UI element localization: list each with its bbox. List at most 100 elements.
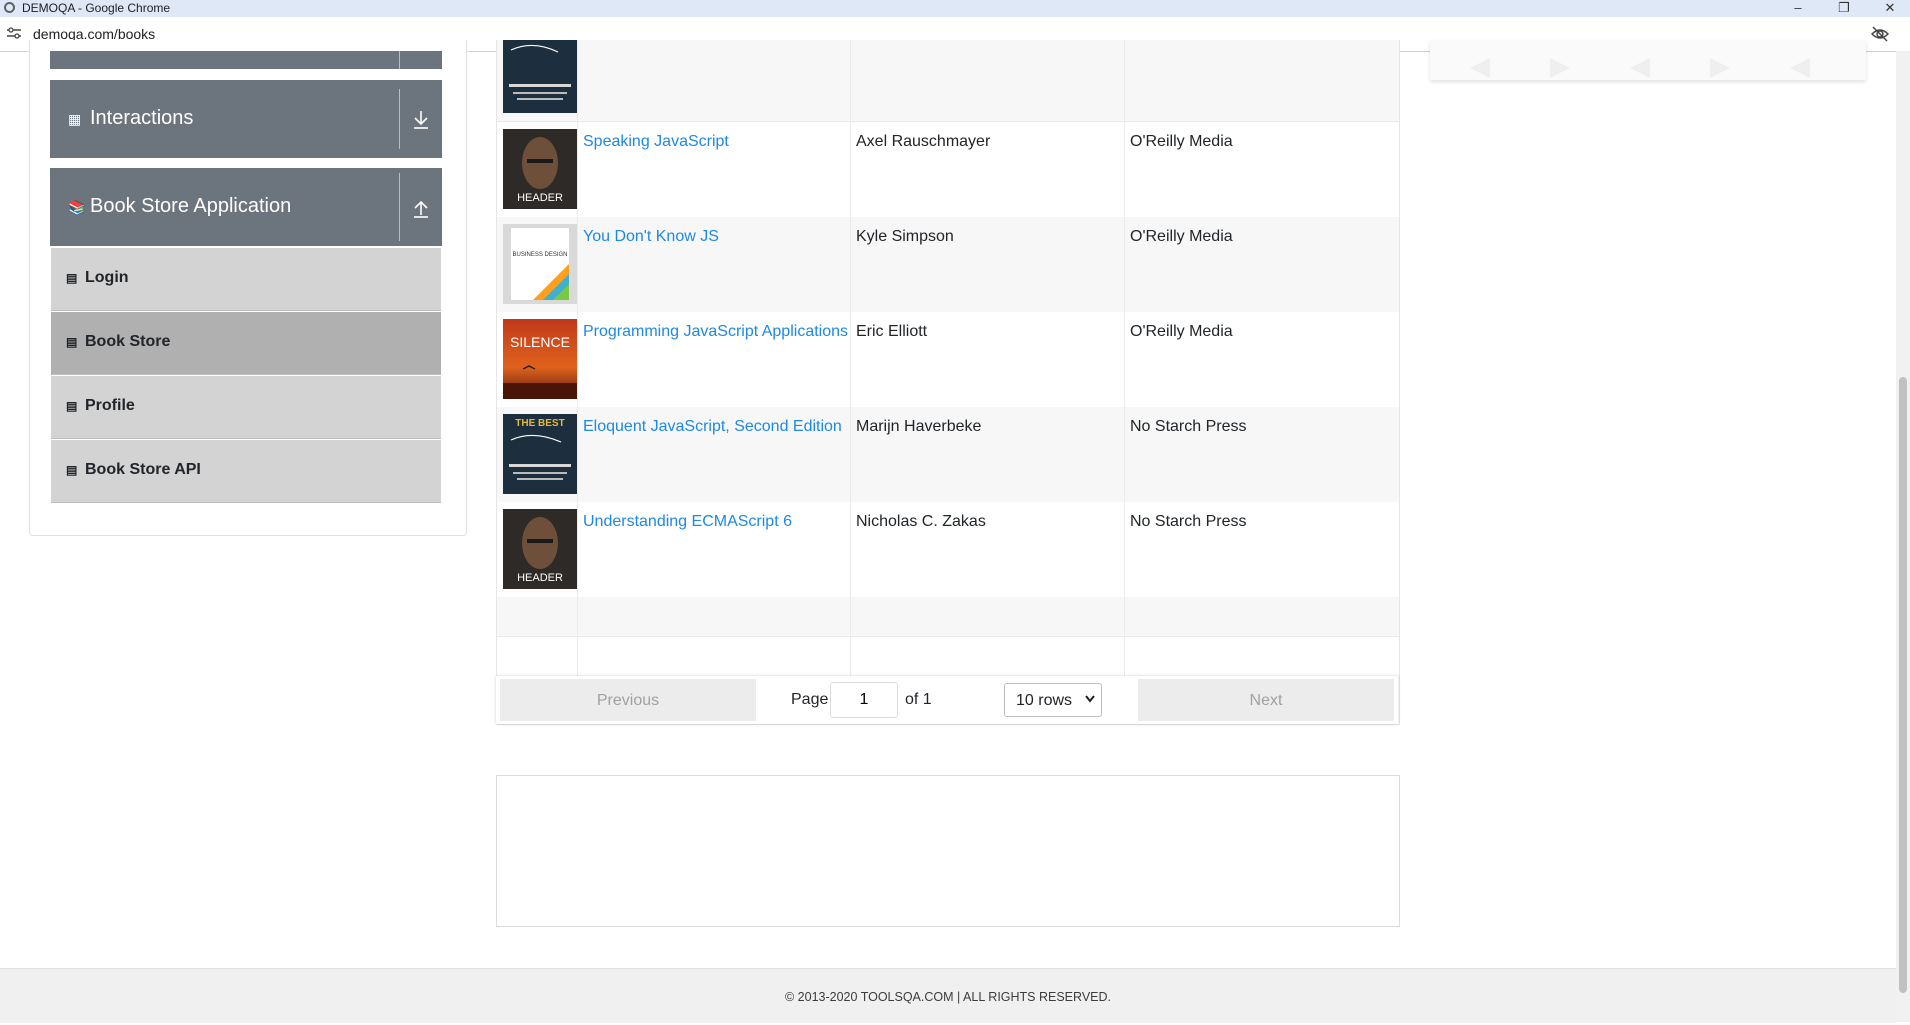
book-author: Nicholas C. Zakas: [856, 513, 986, 530]
html5-icon: ▤: [66, 271, 78, 285]
browser-titlebar: DEMOQA - Google Chrome – ❐ ✕: [0, 0, 1910, 17]
pagination-bar: Previous Page of 1 10 rows Next: [496, 676, 1398, 724]
rows-per-page-select[interactable]: 10 rows: [1004, 683, 1102, 717]
column-divider: [850, 597, 851, 636]
table-row: [497, 40, 1399, 122]
page-scrollbar[interactable]: [1896, 51, 1910, 1022]
arrow-down-icon[interactable]: [400, 80, 442, 158]
banner-pattern: [1470, 58, 1810, 78]
header-divider: [399, 51, 400, 69]
sidebar-item-book-store[interactable]: ▤ Book Store: [51, 312, 441, 375]
right-banner-widget: [1430, 40, 1866, 80]
book-cover-image: HEADER: [503, 509, 577, 589]
book-publisher: O'Reilly Media: [1130, 323, 1233, 340]
chevron-down-icon: [1085, 695, 1095, 703]
column-divider: [577, 122, 578, 217]
column-divider: [577, 40, 578, 121]
column-divider: [577, 407, 578, 502]
column-divider: [1124, 597, 1125, 636]
sidebar-item-label: Profile: [85, 397, 135, 414]
group-header-interactions[interactable]: ▦ Interactions: [50, 80, 442, 158]
table-row-empty: [497, 637, 1399, 677]
book-cover-image: THE BEST: [503, 414, 577, 494]
page-label: Page: [791, 691, 829, 708]
book-publisher: O'Reilly Media: [1130, 228, 1233, 245]
column-divider: [577, 312, 578, 407]
column-divider: [850, 407, 851, 502]
ad-placeholder: [496, 775, 1400, 927]
eye-off-icon[interactable]: [1870, 25, 1890, 43]
site-settings-icon[interactable]: [7, 27, 21, 39]
column-divider: [850, 40, 851, 121]
svg-text:SILENCE: SILENCE: [510, 334, 570, 350]
html5-icon: ▤: [66, 399, 78, 413]
book-store-application-label: Book Store Application: [90, 195, 292, 217]
column-divider: [577, 502, 578, 597]
page-number-input[interactable]: [830, 682, 898, 718]
book-title-link[interactable]: Speaking JavaScript: [583, 133, 729, 151]
book-publisher: O'Reilly Media: [1130, 133, 1233, 150]
copyright-text: © 2013-2020 TOOLSQA.COM | ALL RIGHTS RES…: [784, 990, 1111, 1004]
book-title-link[interactable]: Programming JavaScript Applications: [583, 323, 848, 341]
sidebar-item-profile[interactable]: ▤ Profile: [51, 376, 441, 439]
book-author: Marijn Haverbeke: [856, 418, 982, 435]
book-author: Axel Rauschmayer: [856, 133, 991, 150]
column-divider: [1124, 502, 1125, 597]
group-header-partial[interactable]: [50, 51, 442, 69]
scrollbar-thumb[interactable]: [1899, 377, 1907, 993]
table-row: SILENCE Programming JavaScript Applicati…: [497, 312, 1399, 408]
column-divider: [850, 502, 851, 597]
column-divider: [577, 637, 578, 676]
sidebar-item-login[interactable]: ▤ Login: [51, 248, 441, 311]
book-cover-image: [503, 40, 577, 113]
table-row: HEADER Understanding ECMAScript 6 Nichol…: [497, 502, 1399, 598]
sidebar-item-label: Login: [85, 269, 129, 286]
column-divider: [850, 637, 851, 676]
column-divider: [1124, 637, 1125, 676]
page-footer: © 2013-2020 TOOLSQA.COM | ALL RIGHTS RES…: [0, 968, 1896, 1023]
column-divider: [850, 217, 851, 312]
book-author: Eric Elliott: [856, 323, 928, 340]
sidebar-item-label: Book Store API: [85, 461, 201, 478]
previous-button[interactable]: Previous: [500, 679, 756, 721]
book-author: Kyle Simpson: [856, 228, 954, 245]
group-header-book-store-application[interactable]: 📚 Book Store Application: [50, 168, 442, 246]
svg-text:BUSINESS DESIGN: BUSINESS DESIGN: [512, 252, 567, 258]
html5-icon: ▤: [66, 463, 78, 477]
chrome-logo-icon: [4, 2, 15, 13]
book-cover-image: HEADER: [503, 129, 577, 209]
book-publisher: No Starch Press: [1130, 513, 1247, 530]
arrow-up-icon[interactable]: [400, 168, 442, 246]
window-title: DEMOQA - Google Chrome: [22, 1, 171, 15]
book-title-link[interactable]: Understanding ECMAScript 6: [583, 513, 792, 531]
column-divider: [850, 312, 851, 407]
interactions-label: Interactions: [90, 107, 194, 129]
book-cover-image: SILENCE: [503, 319, 577, 399]
restore-icon[interactable]: ❐: [1824, 0, 1864, 17]
book-title-link[interactable]: Eloquent JavaScript, Second Edition: [583, 418, 842, 436]
table-row-empty: [497, 597, 1399, 637]
sidebar-item-book-store-api[interactable]: ▤ Book Store API: [51, 440, 441, 503]
books-icon: 📚: [68, 199, 86, 215]
interactions-icon: ▦: [68, 111, 82, 127]
column-divider: [1124, 407, 1125, 502]
next-button[interactable]: Next: [1138, 679, 1394, 721]
column-divider: [1124, 122, 1125, 217]
sidebar-item-label: Book Store: [85, 333, 171, 350]
table-row: HEADER Speaking JavaScript Axel Rauschma…: [497, 122, 1399, 218]
column-divider: [1124, 40, 1125, 121]
table-row: BUSINESS DESIGN You Don't Know JS Kyle S…: [497, 217, 1399, 313]
column-divider: [850, 122, 851, 217]
book-publisher: No Starch Press: [1130, 418, 1247, 435]
rows-per-page-value: 10 rows: [1016, 692, 1073, 709]
total-pages-label: of 1: [905, 691, 932, 708]
books-table: HEADER Speaking JavaScript Axel Rauschma…: [496, 40, 1400, 725]
column-divider: [577, 597, 578, 636]
column-divider: [1124, 217, 1125, 312]
svg-text:HEADER: HEADER: [517, 192, 563, 204]
close-icon[interactable]: ✕: [1870, 0, 1910, 17]
minimize-icon[interactable]: –: [1778, 0, 1818, 17]
column-divider: [577, 217, 578, 312]
book-title-link[interactable]: You Don't Know JS: [583, 228, 719, 246]
book-cover-image: BUSINESS DESIGN: [503, 224, 577, 304]
